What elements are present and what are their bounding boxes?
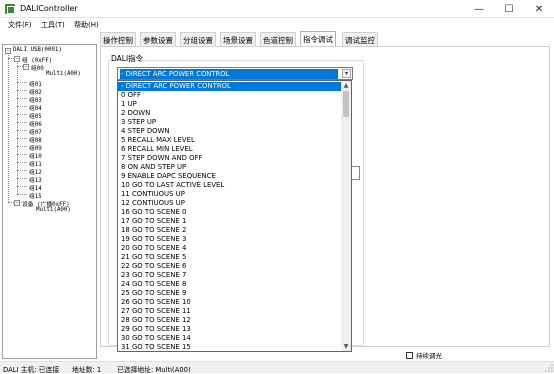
close-button[interactable]: ✕	[524, 0, 554, 18]
continuous-dimming-checkbox[interactable]	[406, 351, 413, 359]
dropdown-option[interactable]: - DIRECT ARC POWER CONTROL	[118, 82, 342, 91]
menu-file[interactable]: 文件(F)	[8, 20, 32, 30]
menu-help[interactable]: 帮助(H)	[74, 20, 99, 30]
tab-color-channel[interactable]: 色道控制	[260, 32, 296, 46]
minimize-icon: —	[474, 3, 484, 15]
tab-command-debug[interactable]: 指令调试	[300, 31, 336, 47]
tree-group-00[interactable]: 组00	[31, 63, 44, 72]
tab-params[interactable]: 参数设置	[140, 32, 176, 46]
tab-operation[interactable]: 操作控制	[100, 32, 136, 46]
maximize-button[interactable]: ☐	[494, 0, 524, 18]
dropdown-option[interactable]: 2 DOWN	[118, 109, 342, 118]
maximize-icon: ☐	[504, 3, 514, 15]
dropdown-option[interactable]: 5 RECALL MAX LEVEL	[118, 136, 342, 145]
dropdown-option[interactable]: 28 GO TO SCENE 12	[118, 316, 342, 325]
continuous-dimming-option[interactable]: 持续调光	[406, 350, 442, 360]
collapse-icon[interactable]: −	[14, 200, 20, 206]
dropdown-option[interactable]: 25 GO TO SCENE 9	[118, 289, 342, 298]
tree-root[interactable]: DALI USB(0001)	[13, 47, 62, 53]
dropdown-option[interactable]: 29 GO TO SCENE 13	[118, 325, 342, 334]
dropdown-option[interactable]: 26 GO TO SCENE 10	[118, 298, 342, 307]
dropdown-option[interactable]: 21 GO TO SCENE 5	[118, 253, 342, 262]
dropdown-option[interactable]: 1 UP	[118, 100, 342, 109]
dropdown-option[interactable]: 17 GO TO SCENE 1	[118, 217, 342, 226]
dropdown-option[interactable]: 4 STEP DOWN	[118, 127, 342, 136]
resize-grip-icon[interactable]	[545, 364, 553, 372]
collapse-icon[interactable]: −	[5, 48, 11, 54]
dropdown-option[interactable]: 19 GO TO SCENE 3	[118, 235, 342, 244]
chevron-down-icon[interactable]: ▾	[342, 69, 351, 78]
combo-value: - DIRECT ARC POWER CONTROL	[120, 69, 338, 79]
collapse-icon[interactable]: −	[14, 56, 20, 62]
dropdown-option[interactable]: 24 GO TO SCENE 8	[118, 280, 342, 289]
menu-bar: 文件(F) 工具(T) 帮助(H)	[0, 18, 554, 32]
close-icon: ✕	[534, 3, 544, 15]
dropdown-option[interactable]: 6 RECALL MIN LEVEL	[118, 145, 342, 154]
dropdown-option[interactable]: 3 STEP UP	[118, 118, 342, 127]
dropdown-option[interactable]: 7 STEP DOWN AND OFF	[118, 154, 342, 163]
scroll-down-icon[interactable]: ▼	[341, 342, 351, 351]
tab-grouping[interactable]: 分组设置	[180, 32, 216, 46]
dali-command-label: DALI指令	[111, 54, 144, 63]
tab-debug-monitor[interactable]: 调试监控	[342, 32, 378, 46]
app-icon	[5, 4, 15, 14]
dropdown-option[interactable]: 22 GO TO SCENE 6	[118, 262, 342, 271]
dropdown-option[interactable]: 11 CONTIUOUS UP	[118, 190, 342, 199]
tab-scenes[interactable]: 场景设置	[220, 32, 256, 46]
menu-tools[interactable]: 工具(T)	[41, 20, 65, 30]
dali-command-dropdown[interactable]: - DIRECT ARC POWER CONTROL 0 OFF 1 UP 2 …	[117, 80, 352, 352]
tree-device-multi[interactable]: Multi(A00)	[36, 207, 71, 213]
dali-command-select[interactable]: - DIRECT ARC POWER CONTROL ▾	[117, 67, 353, 80]
dropdown-option[interactable]: 27 GO TO SCENE 11	[118, 307, 342, 316]
dropdown-option[interactable]: 20 GO TO SCENE 4	[118, 244, 342, 253]
continuous-dimming-label: 持续调光	[416, 352, 442, 360]
scroll-thumb[interactable]	[343, 91, 349, 117]
window-title: DALIController	[20, 4, 78, 13]
dropdown-option[interactable]: 8 ON AND STEP UP	[118, 163, 342, 172]
dropdown-option[interactable]: 10 GO TO LAST ACTIVE LEVEL	[118, 181, 342, 190]
collapse-icon[interactable]: −	[23, 64, 29, 70]
dropdown-option[interactable]: 9 ENABLE DAPC SEQUENCE	[118, 172, 342, 181]
minimize-button[interactable]: —	[464, 0, 494, 18]
dropdown-option[interactable]: 31 GO TO SCENE 15	[118, 343, 342, 351]
tree-multi-a00[interactable]: Multi(A00)	[46, 71, 81, 77]
scroll-up-icon[interactable]: ▲	[341, 81, 351, 90]
status-bar: DALI 主机: 已连接 地址数: 1 已选择地址: Multi(A00)	[0, 361, 554, 374]
dropdown-scrollbar[interactable]: ▲ ▼	[341, 81, 351, 351]
dropdown-option[interactable]: 16 GO TO SCENE 0	[118, 208, 342, 217]
dropdown-option[interactable]: 0 OFF	[118, 91, 342, 100]
title-bar: DALIController — ☐ ✕	[0, 0, 554, 18]
device-tree[interactable]: − DALI USB(0001) − 组 (0xFF) − 组00 Multi(…	[2, 44, 97, 359]
dropdown-option[interactable]: 18 GO TO SCENE 2	[118, 226, 342, 235]
dropdown-option[interactable]: 12 CONTIUOUS UP	[118, 199, 342, 208]
dropdown-option[interactable]: 23 GO TO SCENE 7	[118, 271, 342, 280]
dropdown-option[interactable]: 30 GO TO SCENE 14	[118, 334, 342, 343]
